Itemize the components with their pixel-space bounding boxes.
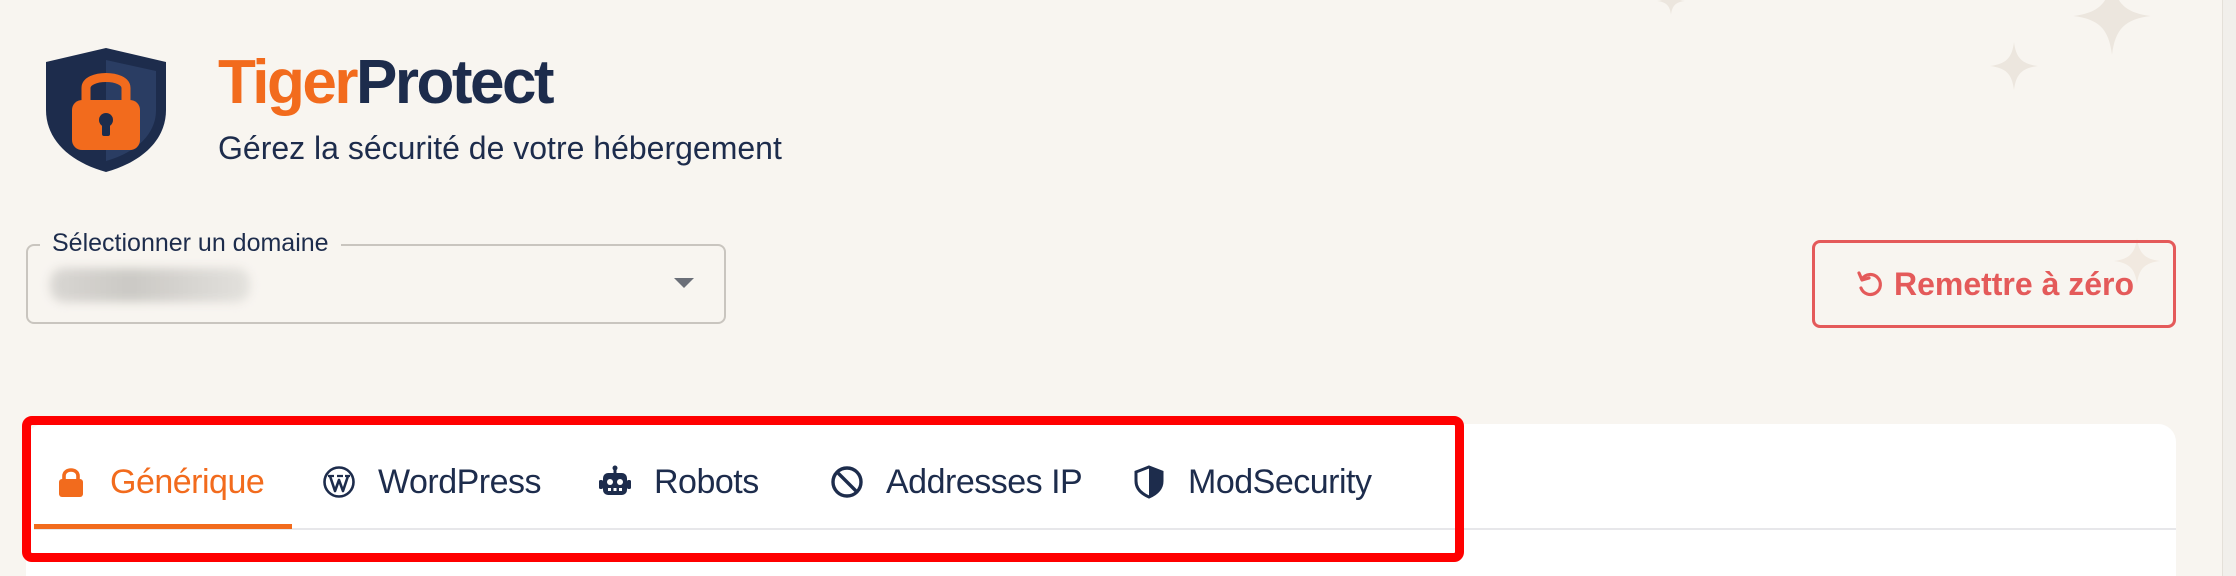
tab-modsecurity[interactable]: ModSecurity: [1132, 452, 1372, 512]
wordpress-icon: [323, 466, 355, 498]
shield-half-icon: [1134, 465, 1164, 499]
tigerprotect-logo-icon: [46, 48, 166, 172]
tab-addresses-ip[interactable]: Addresses IP: [830, 452, 1083, 512]
chevron-down-icon[interactable]: [674, 278, 694, 288]
sparkle-decoration-icon: [2073, 0, 2151, 55]
domain-select-label: Sélectionner un domaine: [40, 228, 341, 258]
tab-modsecurity-label: ModSecurity: [1188, 462, 1372, 501]
tab-wordpress-label: WordPress: [378, 462, 542, 501]
robot-icon: [599, 465, 631, 495]
active-tab-indicator: [34, 524, 292, 529]
domain-select-value-redacted: [50, 268, 250, 302]
tab-generique-label: Générique: [110, 462, 265, 501]
brand-name-protect: Protect: [355, 48, 555, 117]
brand-subtitle: Gérez la sécurité de votre hébergement: [218, 130, 782, 166]
reset-icon: [1857, 271, 1882, 297]
tab-addresses-ip-label: Addresses IP: [886, 462, 1083, 501]
reset-button-label: Remettre à zéro: [1893, 265, 2135, 302]
reset-button[interactable]: Remettre à zéro: [1812, 240, 2176, 328]
sparkle-decoration-icon: [1657, 0, 1685, 15]
tab-robots-label: Robots: [654, 462, 759, 501]
tab-generique[interactable]: Générique: [54, 452, 265, 512]
tabs-divider: [34, 528, 2176, 530]
sparkle-decoration-icon: [1990, 42, 2038, 90]
brand-name-tiger: Tiger: [218, 48, 358, 117]
page-scrollbar[interactable]: [2222, 0, 2236, 576]
tab-wordpress[interactable]: WordPress: [322, 452, 542, 512]
page: TigerProtect Gérez la sécurité de votre …: [0, 0, 2236, 576]
ban-icon: [831, 466, 863, 498]
lock-icon: [59, 468, 83, 497]
brand-title: TigerProtect: [218, 52, 555, 114]
tab-robots[interactable]: Robots: [598, 452, 759, 512]
